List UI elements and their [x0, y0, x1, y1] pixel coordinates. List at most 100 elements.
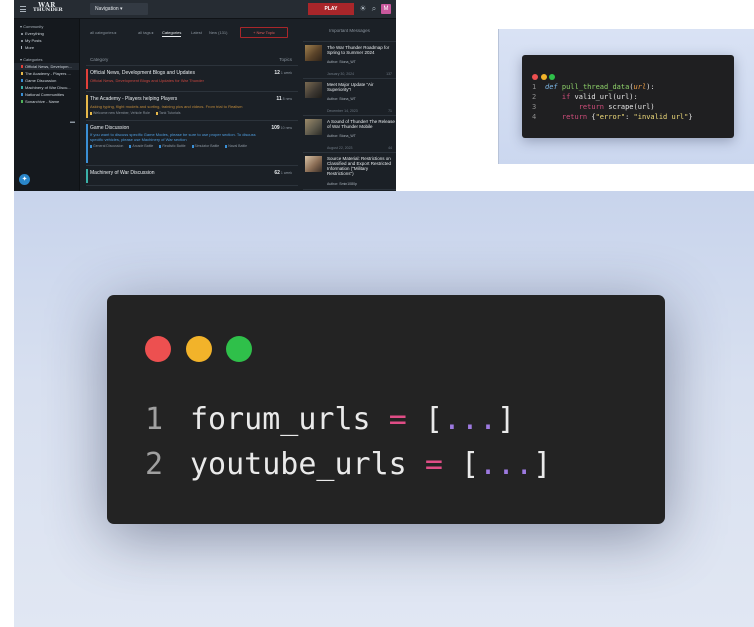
- subcategory-label: Arcade Battle: [132, 144, 154, 149]
- navigation-dropdown[interactable]: Navigation ▾: [90, 3, 148, 15]
- important-messages-title: Important Messages: [303, 22, 396, 42]
- important-message-item[interactable]: Source Material: Restrictions on Classif…: [303, 153, 396, 190]
- category-color-marker: [21, 65, 23, 68]
- small-code-snippet-panel: 1 def pull_thread_data(url): 2 if valid_u…: [498, 29, 754, 164]
- subcategory-link[interactable]: Welcome new Member, Vehicle Role: [90, 111, 150, 115]
- sidebar-category-item[interactable]: Sonarchive - Name: [14, 98, 79, 105]
- category-column-header: Category: [90, 57, 109, 62]
- category-title[interactable]: Machinery of War Discussion: [90, 166, 298, 176]
- more-icon: [21, 46, 22, 49]
- important-messages-list: The War Thunder Roadmap for Spring to Su…: [303, 42, 396, 190]
- category-row[interactable]: Official News, Development Blogs and Upd…: [86, 66, 298, 92]
- category-color-bar: [86, 95, 88, 118]
- line-number: 2: [532, 93, 537, 101]
- message-title[interactable]: Meet Major Update “Air Superiority”!: [327, 82, 395, 92]
- keyword-return: return: [561, 113, 588, 121]
- message-date: August 22, 2023: [327, 146, 353, 150]
- sidebar-item-label: My Posts: [25, 38, 42, 43]
- subcategory-label: Realistic Battle: [162, 144, 186, 149]
- sidebar-category-label: Official News, Developm...: [25, 64, 72, 69]
- subcategory-list: Welcome new Member, Vehicle Role Tank Tut…: [90, 111, 298, 115]
- forum-sidebar: ▾ Community Everything My Posts More ▾ C…: [14, 19, 80, 191]
- sidebar-category-item[interactable]: Machinery of War Discu...: [14, 84, 79, 91]
- tab-latest[interactable]: Latest: [191, 30, 202, 35]
- category-row[interactable]: Machinery of War Discussion 621 week: [86, 166, 298, 186]
- help-icon[interactable]: ✦: [19, 174, 30, 185]
- community-header-label: Community: [23, 24, 44, 29]
- sidebar-item-my-posts[interactable]: My Posts: [14, 37, 79, 44]
- line-number: 3: [532, 103, 537, 111]
- category-title[interactable]: Game Discussion: [90, 121, 298, 131]
- param-url: url: [633, 83, 647, 91]
- sidebar-category-item[interactable]: National Communities: [14, 91, 79, 98]
- important-message-item[interactable]: The War Thunder Roadmap for Spring to Su…: [303, 42, 396, 79]
- category-row[interactable]: Game Discussion If you want to discuss sp…: [86, 121, 298, 166]
- important-message-item[interactable]: A Sound of Thunder! The Release of War T…: [303, 116, 396, 153]
- sidebar-category-item[interactable]: Game Discussion: [14, 77, 79, 84]
- message-title[interactable]: Source Material: Restrictions on Classif…: [327, 156, 395, 176]
- tab-categories[interactable]: Categories: [162, 30, 182, 37]
- categories-header-label: Categories: [23, 57, 43, 62]
- tab-new[interactable]: New (131): [209, 30, 227, 35]
- sidebar-category-label: Machinery of War Discu...: [25, 85, 71, 90]
- category-color-bar: [86, 124, 88, 163]
- war-thunder-logo[interactable]: WAR THUNDER: [33, 3, 63, 16]
- keyword-def: def: [545, 83, 558, 91]
- subcategory-link[interactable]: General Discussion: [90, 144, 123, 148]
- sidebar-category-item[interactable]: Official News, Developm...: [14, 63, 79, 70]
- category-title[interactable]: Official News, Development Blogs and Upd…: [90, 66, 298, 76]
- category-description: Asking typing, flight models and sorting…: [90, 104, 243, 109]
- user-avatar[interactable]: M: [381, 4, 391, 14]
- variable-name: youtube_urls: [190, 447, 407, 482]
- topic-count-value: 109: [271, 125, 280, 131]
- valid-url-call: valid_url(url):: [574, 93, 638, 101]
- sidebar-item-label: Everything: [25, 31, 44, 36]
- sidebar-categories-header[interactable]: ▾ Categories: [14, 56, 79, 63]
- small-code-window: 1 def pull_thread_data(url): 2 if valid_u…: [522, 55, 734, 138]
- sidebar-item-more[interactable]: More: [14, 44, 79, 51]
- category-row[interactable]: The Academy - Players helping Players Ask…: [86, 92, 298, 121]
- message-author: Author: Stona_WT: [327, 60, 356, 64]
- new-topic-button[interactable]: + New Topic: [240, 27, 288, 38]
- list-open: [: [460, 447, 479, 482]
- sidebar-category-label: Sonarchive - Name: [25, 99, 60, 104]
- assign-operator: =: [424, 447, 443, 482]
- subcategory-label: Simulator Battle: [194, 144, 220, 149]
- message-thumbnail: [305, 119, 322, 135]
- hamburger-menu-icon[interactable]: [20, 6, 26, 12]
- message-title[interactable]: The War Thunder Roadmap for Spring to Su…: [327, 45, 395, 55]
- sidebar-item-everything[interactable]: Everything: [14, 30, 79, 37]
- subcategory-link[interactable]: Arcade Battle: [129, 144, 153, 148]
- subcategory-label: General Discussion: [93, 144, 124, 149]
- subcategory-label: Naval Battle: [228, 144, 248, 149]
- message-date: January 30, 2024: [327, 72, 355, 76]
- category-color-marker: [21, 93, 23, 96]
- category-title[interactable]: The Academy - Players helping Players: [90, 92, 298, 102]
- message-title[interactable]: A Sound of Thunder! The Release of War T…: [327, 119, 395, 129]
- filter-all-categories[interactable]: all categories ▸: [90, 30, 117, 35]
- topic-count: 10910 new: [271, 125, 292, 131]
- search-icon[interactable]: ⌕: [369, 4, 379, 14]
- dict-colon: :: [625, 113, 634, 121]
- minimize-dot-icon: [540, 74, 547, 80]
- line-number: 1: [145, 402, 164, 437]
- sun-icon[interactable]: ☀: [358, 4, 368, 14]
- sidebar-community-header[interactable]: ▾ Community: [14, 23, 79, 30]
- subcategory-link[interactable]: Realistic Battle: [159, 144, 186, 149]
- topic-count: 121 week: [274, 70, 292, 76]
- sidebar-category-item[interactable]: The Academy - Players ...: [14, 70, 79, 77]
- play-button[interactable]: PLAY: [308, 3, 354, 15]
- collapse-icon[interactable]: ▬: [70, 119, 75, 125]
- list-open: [: [424, 402, 443, 437]
- window-controls: [145, 336, 267, 366]
- subcategory-link[interactable]: Simulator Battle: [191, 144, 220, 149]
- category-table-header: Category Topics: [86, 44, 298, 66]
- important-message-item[interactable]: Meet Major Update “Air Superiority”! Auth…: [303, 79, 396, 116]
- line-number: 4: [532, 113, 537, 121]
- line-number: 2: [145, 447, 164, 482]
- list-ellipsis: ...: [479, 447, 534, 482]
- subcategory-link[interactable]: Tank Tutorials: [155, 111, 181, 115]
- subcategory-link[interactable]: Naval Battle: [225, 144, 247, 148]
- filter-all-tags[interactable]: all tags ▸: [138, 30, 154, 35]
- topic-count: 621 week: [274, 170, 292, 176]
